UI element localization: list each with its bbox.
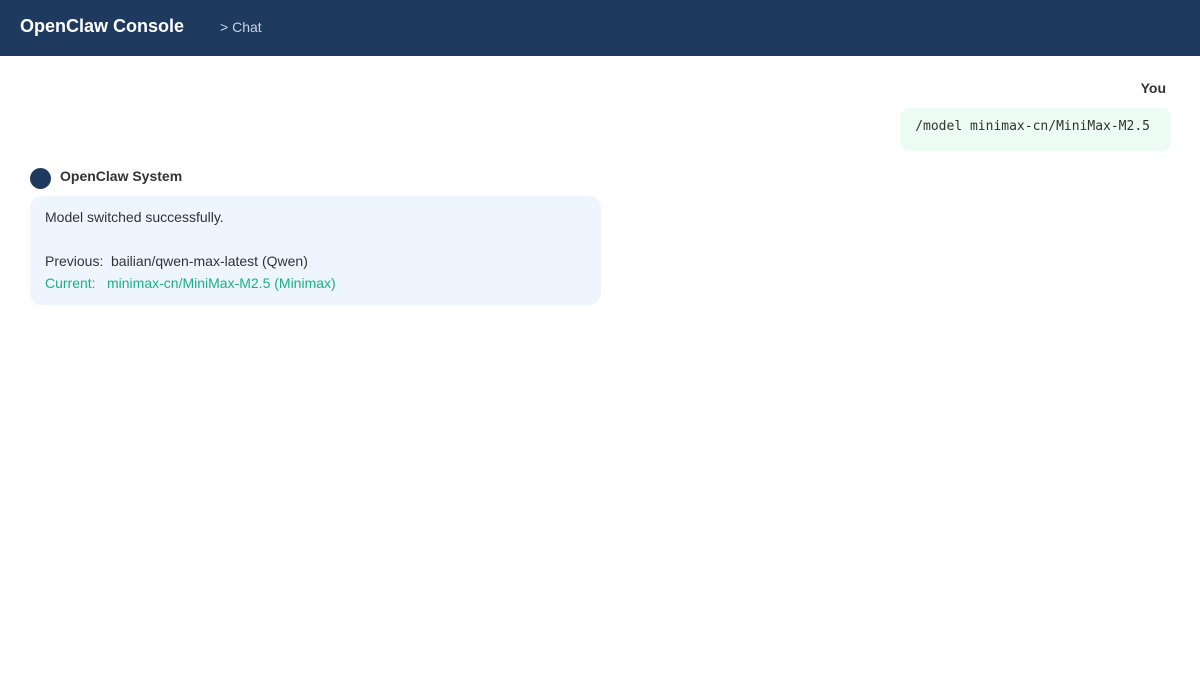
- previous-model-value: bailian/qwen-max-latest (Qwen): [111, 253, 308, 269]
- system-status-text: Model switched successfully.: [45, 209, 224, 225]
- system-sender-name: OpenClaw System: [60, 168, 183, 184]
- top-bar: OpenClaw Console > Chat: [0, 0, 1200, 56]
- current-model-label: Current:: [45, 275, 96, 291]
- breadcrumb-chat[interactable]: > Chat: [220, 19, 262, 35]
- user-message-text: /model minimax-cn/MiniMax-M2.5: [915, 119, 1150, 134]
- user-sender-name: You: [1140, 80, 1166, 96]
- current-model-value: minimax-cn/MiniMax-M2.5 (Minimax): [107, 275, 336, 291]
- system-avatar: [30, 168, 51, 189]
- previous-model-label: Previous:: [45, 253, 104, 269]
- current-model-line: Current: minimax-cn/MiniMax-M2.5 (Minimax…: [45, 272, 586, 294]
- system-message-bubble: Model switched successfully. Previous: ba…: [30, 196, 601, 305]
- user-message-bubble: /model minimax-cn/MiniMax-M2.5: [900, 108, 1171, 151]
- previous-model-line: Previous: bailian/qwen-max-latest (Qwen): [45, 250, 586, 272]
- app-title: OpenClaw Console: [20, 15, 185, 36]
